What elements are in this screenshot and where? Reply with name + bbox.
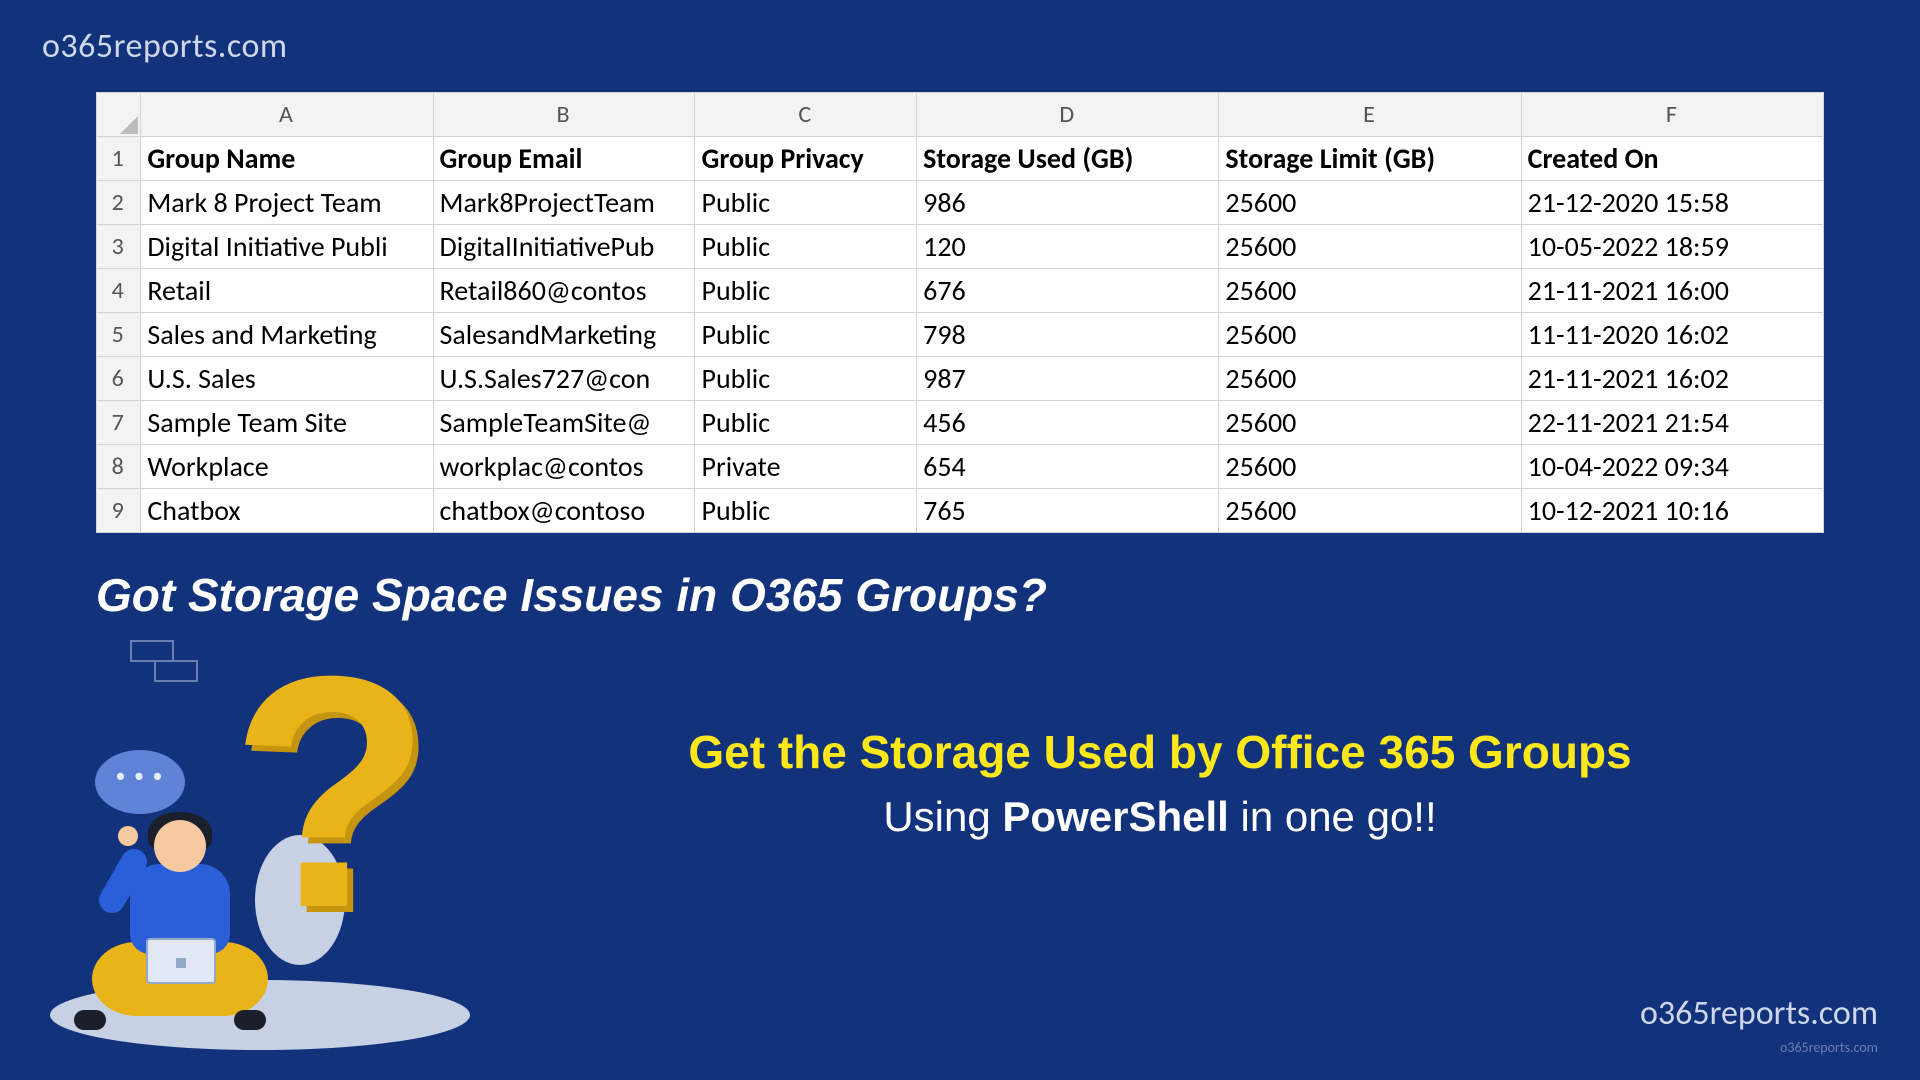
table-row: 2 Mark 8 Project Team Mark8ProjectTeam P… [97, 181, 1824, 225]
cell[interactable]: 10-12-2021 10:16 [1521, 489, 1823, 533]
cell[interactable]: 25600 [1219, 269, 1521, 313]
cell[interactable]: 25600 [1219, 401, 1521, 445]
brand-tiny: o365reports.com [1780, 1039, 1878, 1056]
cell[interactable]: Public [695, 181, 917, 225]
row-number[interactable]: 4 [97, 269, 141, 313]
cell[interactable]: Retail [141, 269, 433, 313]
cell[interactable]: SalesandMarketing [433, 313, 695, 357]
cell[interactable]: Retail860@contos [433, 269, 695, 313]
row-number[interactable]: 8 [97, 445, 141, 489]
table-row: 7 Sample Team Site SampleTeamSite@ Publi… [97, 401, 1824, 445]
cell[interactable]: workplac@contos [433, 445, 695, 489]
row-number[interactable]: 7 [97, 401, 141, 445]
cell[interactable]: Public [695, 225, 917, 269]
header-cell[interactable]: Group Name [141, 137, 433, 181]
cell[interactable]: 25600 [1219, 313, 1521, 357]
subhead-line2-pre: Using [883, 793, 1002, 840]
cell[interactable]: chatbox@contoso [433, 489, 695, 533]
cell[interactable]: 21-11-2021 16:00 [1521, 269, 1823, 313]
illustration: ? [30, 620, 520, 1060]
cell[interactable]: DigitalInitiativePub [433, 225, 695, 269]
decor-boxes-icon [130, 640, 214, 667]
cell[interactable]: 10-05-2022 18:59 [1521, 225, 1823, 269]
spreadsheet-table: A B C D E F 1 Group Name Group Email Gro… [96, 92, 1824, 533]
thought-bubble-icon [95, 750, 185, 814]
table-row: 5 Sales and Marketing SalesandMarketing … [97, 313, 1824, 357]
col-header-E[interactable]: E [1219, 93, 1521, 137]
table-row: 8 Workplace workplac@contos Private 654 … [97, 445, 1824, 489]
cell[interactable]: Mark8ProjectTeam [433, 181, 695, 225]
cell[interactable]: Public [695, 401, 917, 445]
cell[interactable]: 25600 [1219, 181, 1521, 225]
cell[interactable]: Sales and Marketing [141, 313, 433, 357]
cell[interactable]: 765 [917, 489, 1219, 533]
header-cell[interactable]: Storage Limit (GB) [1219, 137, 1521, 181]
cell[interactable]: 676 [917, 269, 1219, 313]
cell[interactable]: 987 [917, 357, 1219, 401]
header-cell[interactable]: Group Privacy [695, 137, 917, 181]
cell[interactable]: 25600 [1219, 489, 1521, 533]
col-header-F[interactable]: F [1521, 93, 1823, 137]
col-header-A[interactable]: A [141, 93, 433, 137]
cell[interactable]: 986 [917, 181, 1219, 225]
header-cell[interactable]: Group Email [433, 137, 695, 181]
cell[interactable]: Mark 8 Project Team [141, 181, 433, 225]
table-row: 3 Digital Initiative Publi DigitalInitia… [97, 225, 1824, 269]
cell[interactable]: Private [695, 445, 917, 489]
cell[interactable]: 21-11-2021 16:02 [1521, 357, 1823, 401]
col-header-D[interactable]: D [917, 93, 1219, 137]
cell[interactable]: Public [695, 313, 917, 357]
table-row: 9 Chatbox chatbox@contoso Public 765 256… [97, 489, 1824, 533]
brand-bottom: o365reports.com [1640, 993, 1878, 1034]
cell[interactable]: Workplace [141, 445, 433, 489]
cell[interactable]: U.S. Sales [141, 357, 433, 401]
row-number[interactable]: 6 [97, 357, 141, 401]
cell[interactable]: 25600 [1219, 445, 1521, 489]
subhead-line2-post: in one go!! [1229, 793, 1437, 840]
cell[interactable]: 22-11-2021 21:54 [1521, 401, 1823, 445]
header-cell[interactable]: Created On [1521, 137, 1823, 181]
cell[interactable]: 10-04-2022 09:34 [1521, 445, 1823, 489]
cell[interactable]: 798 [917, 313, 1219, 357]
cell[interactable]: Public [695, 357, 917, 401]
table-row: 4 Retail Retail860@contos Public 676 256… [97, 269, 1824, 313]
cell[interactable]: SampleTeamSite@ [433, 401, 695, 445]
brand-top: o365reports.com [42, 26, 288, 67]
table-row: 6 U.S. Sales U.S.Sales727@con Public 987… [97, 357, 1824, 401]
row-number[interactable]: 2 [97, 181, 141, 225]
cell[interactable]: 25600 [1219, 357, 1521, 401]
cell[interactable]: 11-11-2020 16:02 [1521, 313, 1823, 357]
cell[interactable]: 456 [917, 401, 1219, 445]
cell[interactable]: Sample Team Site [141, 401, 433, 445]
cell[interactable]: 21-12-2020 15:58 [1521, 181, 1823, 225]
table-header-row: 1 Group Name Group Email Group Privacy S… [97, 137, 1824, 181]
row-number[interactable]: 3 [97, 225, 141, 269]
subhead-line2-bold: PowerShell [1002, 793, 1228, 840]
select-all-corner[interactable] [97, 93, 141, 137]
cell[interactable]: U.S.Sales727@con [433, 357, 695, 401]
subhead-block: Get the Storage Used by Office 365 Group… [560, 725, 1760, 841]
cell[interactable]: 654 [917, 445, 1219, 489]
cell[interactable]: 120 [917, 225, 1219, 269]
row-number[interactable]: 5 [97, 313, 141, 357]
cell[interactable]: Public [695, 489, 917, 533]
col-header-C[interactable]: C [695, 93, 917, 137]
cell[interactable]: Chatbox [141, 489, 433, 533]
person-icon [70, 820, 270, 1040]
row-number[interactable]: 1 [97, 137, 141, 181]
subhead-line2: Using PowerShell in one go!! [560, 793, 1760, 841]
row-number[interactable]: 9 [97, 489, 141, 533]
header-cell[interactable]: Storage Used (GB) [917, 137, 1219, 181]
laptop-icon [146, 938, 216, 984]
column-header-row: A B C D E F [97, 93, 1824, 137]
cell[interactable]: 25600 [1219, 225, 1521, 269]
subhead-line1: Get the Storage Used by Office 365 Group… [560, 725, 1760, 779]
cell[interactable]: Public [695, 269, 917, 313]
cell[interactable]: Digital Initiative Publi [141, 225, 433, 269]
col-header-B[interactable]: B [433, 93, 695, 137]
promo-canvas: o365reports.com A B C D E F 1 Group Name… [0, 0, 1920, 1080]
